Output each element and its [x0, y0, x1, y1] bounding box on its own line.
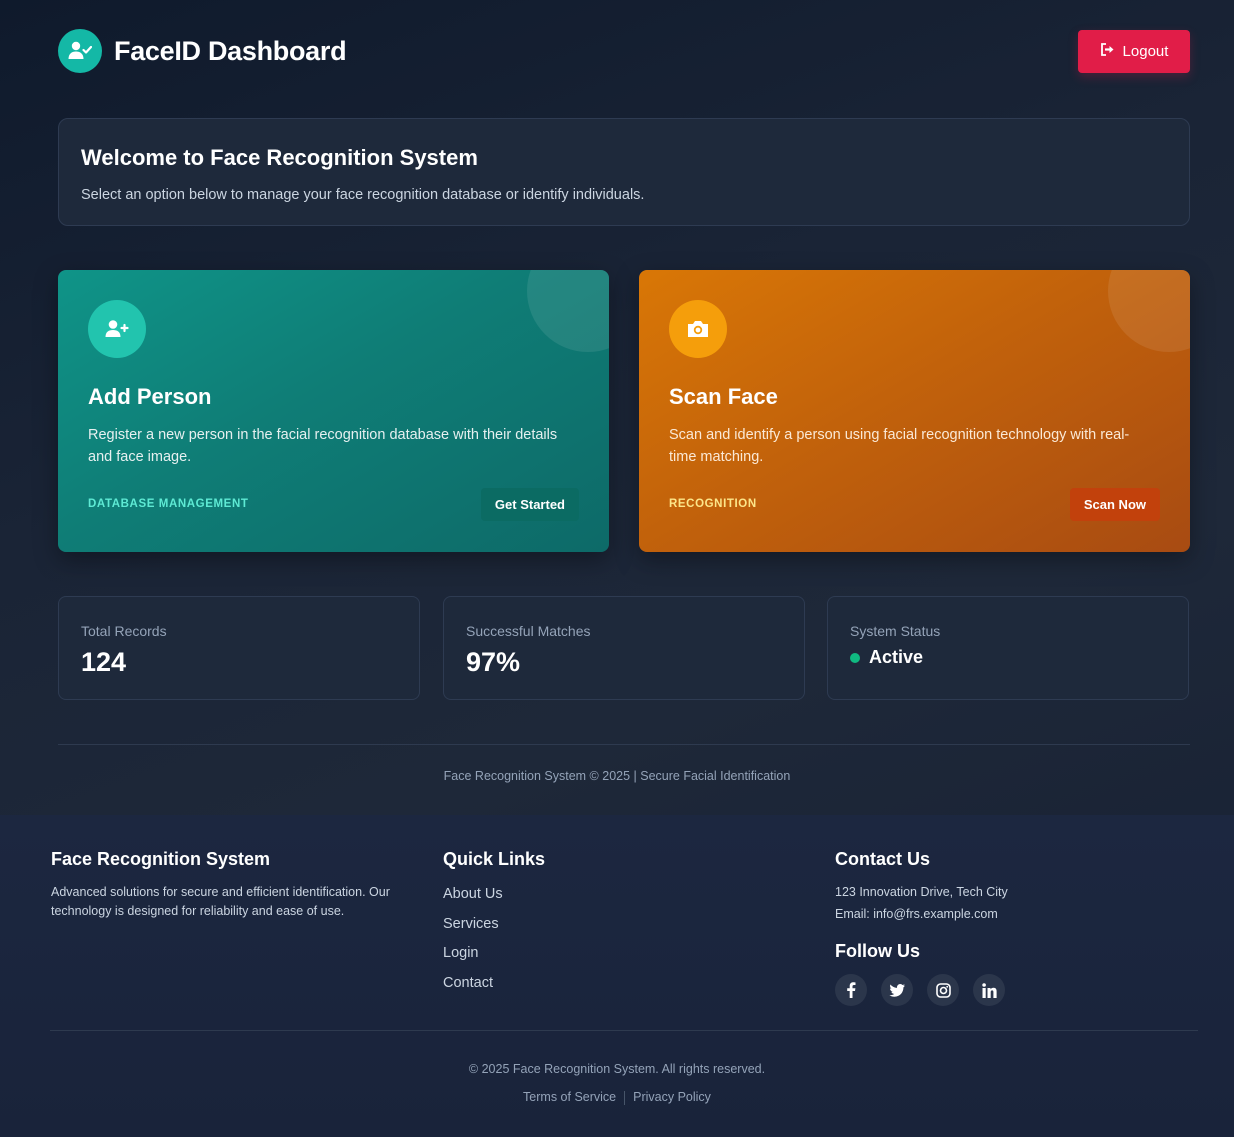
footer-about: Face Recognition System Advanced solutio… — [51, 849, 411, 921]
divider — [58, 744, 1190, 745]
scan-face-card[interactable]: Scan Face Scan and identify a person usi… — [639, 270, 1190, 552]
quick-links-title: Quick Links — [443, 849, 546, 869]
card-description: Register a new person in the facial reco… — [88, 427, 558, 465]
footer-link-login[interactable]: Login — [443, 939, 545, 969]
linkedin-icon[interactable] — [973, 974, 1005, 1006]
stat-value: 124 — [81, 647, 127, 677]
footer-divider — [50, 1030, 1198, 1031]
stat-successful-matches: Successful Matches 97% — [443, 596, 805, 700]
terms-link[interactable]: Terms of Service — [523, 1090, 616, 1104]
welcome-panel: Welcome to Face Recognition System Selec… — [58, 118, 1190, 226]
page-title: FaceID Dashboard — [114, 35, 347, 66]
welcome-title: Welcome to Face Recognition System — [81, 145, 478, 170]
contact-address: 123 Innovation Drive, Tech City — [835, 885, 1008, 899]
footer-link-contact[interactable]: Contact — [443, 969, 545, 999]
contact-email: Email: info@frs.example.com — [835, 907, 998, 921]
brand: FaceID Dashboard — [58, 29, 347, 73]
scan-now-button[interactable]: Scan Now — [1069, 488, 1160, 521]
facebook-icon[interactable] — [835, 974, 867, 1006]
status-dot — [850, 652, 860, 663]
card-tag: DATABASE MANAGEMENT — [88, 498, 249, 510]
get-started-button[interactable]: Get Started — [480, 488, 579, 521]
footer-link-services[interactable]: Services — [443, 910, 545, 940]
instagram-icon[interactable] — [927, 974, 959, 1006]
footer: Face Recognition System Advanced solutio… — [0, 815, 1234, 1137]
logout-label: Logout — [1122, 43, 1169, 60]
stat-label: Successful Matches — [466, 623, 591, 639]
page-copyright: Face Recognition System © 2025 | Secure … — [443, 769, 791, 783]
user-plus-icon — [88, 300, 146, 358]
card-description: Scan and identify a person using facial … — [669, 427, 1130, 465]
footer-copyright: © 2025 Face Recognition System. All righ… — [468, 1062, 766, 1076]
logout-button[interactable]: Logout — [1078, 30, 1190, 73]
logout-icon — [1100, 43, 1115, 60]
contact-title: Contact Us — [835, 849, 931, 869]
footer-quick-links: Quick Links About Us Services Login Cont… — [443, 849, 545, 998]
separator — [624, 1090, 626, 1105]
stat-system-status: System Status Active — [827, 596, 1189, 700]
decorative-circle — [527, 270, 609, 352]
card-tag: RECOGNITION — [669, 498, 757, 510]
welcome-subtitle: Select an option below to manage your fa… — [81, 187, 645, 203]
footer-about-text: Advanced solutions for secure and effici… — [51, 885, 390, 918]
decorative-circle — [1108, 270, 1190, 352]
follow-title: Follow Us — [835, 941, 920, 961]
stat-value: 97% — [466, 647, 521, 677]
camera-icon — [669, 300, 727, 358]
card-title: Scan Face — [669, 384, 778, 409]
stat-total-records: Total Records 124 — [58, 596, 420, 700]
footer-contact: Contact Us 123 Innovation Drive, Tech Ci… — [835, 849, 1008, 1006]
add-person-card[interactable]: Add Person Register a new person in the … — [58, 270, 609, 552]
footer-legal-links: Terms of Service Privacy Policy — [0, 1090, 1234, 1105]
user-check-icon — [58, 29, 102, 73]
status-value: Active — [869, 647, 924, 667]
stat-label: Total Records — [81, 623, 167, 639]
twitter-icon[interactable] — [881, 974, 913, 1006]
stat-label: System Status — [850, 623, 941, 639]
footer-link-about-us[interactable]: About Us — [443, 880, 545, 910]
footer-about-title: Face Recognition System — [51, 849, 271, 869]
card-title: Add Person — [88, 384, 212, 409]
privacy-link[interactable]: Privacy Policy — [633, 1090, 711, 1104]
